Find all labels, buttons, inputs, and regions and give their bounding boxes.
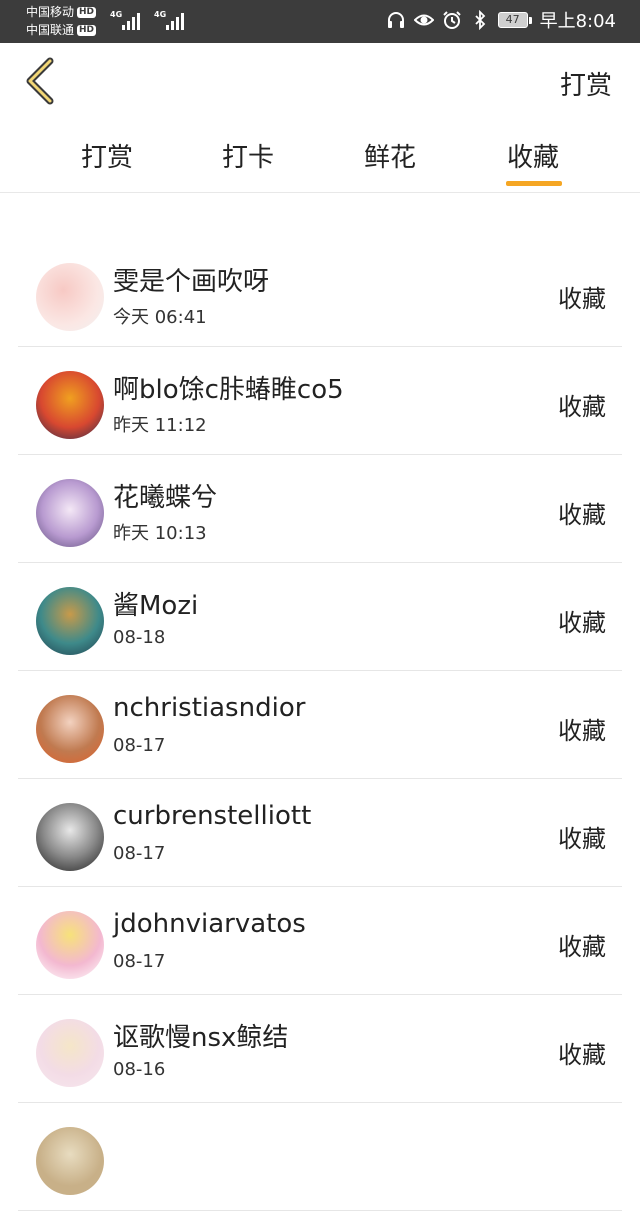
signal-icon: 4G xyxy=(154,10,184,30)
timestamp: 昨天 10:13 xyxy=(113,523,207,544)
timestamp: 昨天 11:12 xyxy=(113,415,207,436)
list-item[interactable]: jdohnviarvatos 08-17 收藏 xyxy=(18,887,622,995)
favorite-label: 收藏 xyxy=(558,933,606,961)
list-item-partial[interactable] xyxy=(18,1103,622,1211)
timestamp: 08-17 xyxy=(113,735,166,756)
carrier-info: 中国移动 HD 中国联通 HD xyxy=(26,3,97,39)
avatar[interactable] xyxy=(36,1127,104,1195)
carrier-1: 中国移动 xyxy=(26,5,75,19)
avatar[interactable] xyxy=(36,695,104,763)
list-item[interactable]: nchristiasndior 08-17 收藏 xyxy=(18,671,622,779)
timestamp: 08-17 xyxy=(113,843,166,864)
hd-badge: HD xyxy=(77,6,97,18)
header: 打赏 xyxy=(0,43,640,123)
list-item[interactable]: 酱Mozi 08-18 收藏 xyxy=(18,563,622,671)
user-name: jdohnviarvatos xyxy=(113,909,306,939)
avatar[interactable] xyxy=(36,371,104,439)
timestamp: 08-18 xyxy=(113,627,166,648)
user-name: 雯是个画吹呀 xyxy=(113,267,270,297)
tab-label: 鲜花 xyxy=(363,143,416,173)
headphones-icon xyxy=(387,12,404,28)
battery-icon: 47 xyxy=(497,12,532,28)
tab-reward[interactable]: 打赏 xyxy=(52,137,162,174)
user-name: 酱Mozi xyxy=(113,591,199,621)
favorite-label: 收藏 xyxy=(558,1041,606,1069)
avatar[interactable] xyxy=(36,803,104,871)
eye-icon xyxy=(413,14,434,26)
user-name: 啊blo馀c胩蝽睢co5 xyxy=(113,375,344,405)
list-item[interactable]: 雯是个画吹呀 今天 06:41 收藏 xyxy=(18,239,622,347)
battery-level: 47 xyxy=(497,12,528,28)
back-button[interactable] xyxy=(20,55,64,107)
list-item[interactable]: curbrenstelliott 08-17 收藏 xyxy=(18,779,622,887)
timestamp: 08-16 xyxy=(113,1059,166,1080)
list-item[interactable]: 啊blo馀c胩蝽睢co5 昨天 11:12 收藏 xyxy=(18,347,622,455)
signal-icon: 4G xyxy=(110,10,140,30)
status-bar: 中国移动 HD 中国联通 HD 4G 4G 47 早上8:04 xyxy=(0,0,640,43)
favorite-label: 收藏 xyxy=(558,285,606,313)
status-time: 早上8:04 xyxy=(539,11,616,32)
list-item[interactable]: 讴歌慢nsx鲸结 08-16 收藏 xyxy=(18,995,622,1103)
timestamp: 今天 06:41 xyxy=(113,307,207,328)
user-name: 花曦蝶兮 xyxy=(113,483,218,513)
tab-indicator xyxy=(506,181,562,186)
avatar[interactable] xyxy=(36,1019,104,1087)
avatar[interactable] xyxy=(36,587,104,655)
tab-bar: 打赏 打卡 鲜花 收藏 xyxy=(0,123,640,193)
carrier-2: 中国联通 xyxy=(26,23,75,37)
user-name: 讴歌慢nsx鲸结 xyxy=(113,1023,289,1053)
avatar[interactable] xyxy=(36,479,104,547)
hd-badge: HD xyxy=(77,24,97,36)
favorite-label: 收藏 xyxy=(558,609,606,637)
page-title: 打赏 xyxy=(559,71,612,101)
chevron-left-icon xyxy=(26,57,54,105)
tab-label: 收藏 xyxy=(506,143,559,173)
user-name: nchristiasndior xyxy=(113,693,306,723)
favorites-list: 雯是个画吹呀 今天 06:41 收藏 啊blo馀c胩蝽睢co5 昨天 11:12… xyxy=(18,239,622,1211)
tab-label: 打赏 xyxy=(80,143,133,173)
favorite-label: 收藏 xyxy=(558,717,606,745)
alarm-icon xyxy=(442,11,461,29)
tab-favorites[interactable]: 收藏 xyxy=(478,137,588,186)
user-name: curbrenstelliott xyxy=(113,801,312,831)
timestamp: 08-17 xyxy=(113,951,166,972)
tab-label: 打卡 xyxy=(221,143,274,173)
tab-flowers[interactable]: 鲜花 xyxy=(335,137,445,174)
favorite-label: 收藏 xyxy=(558,393,606,421)
avatar[interactable] xyxy=(36,911,104,979)
list-item[interactable]: 花曦蝶兮 昨天 10:13 收藏 xyxy=(18,455,622,563)
avatar[interactable] xyxy=(36,263,104,331)
bluetooth-icon xyxy=(474,10,485,30)
tab-checkin[interactable]: 打卡 xyxy=(193,137,303,174)
favorite-label: 收藏 xyxy=(558,501,606,529)
favorite-label: 收藏 xyxy=(558,825,606,853)
